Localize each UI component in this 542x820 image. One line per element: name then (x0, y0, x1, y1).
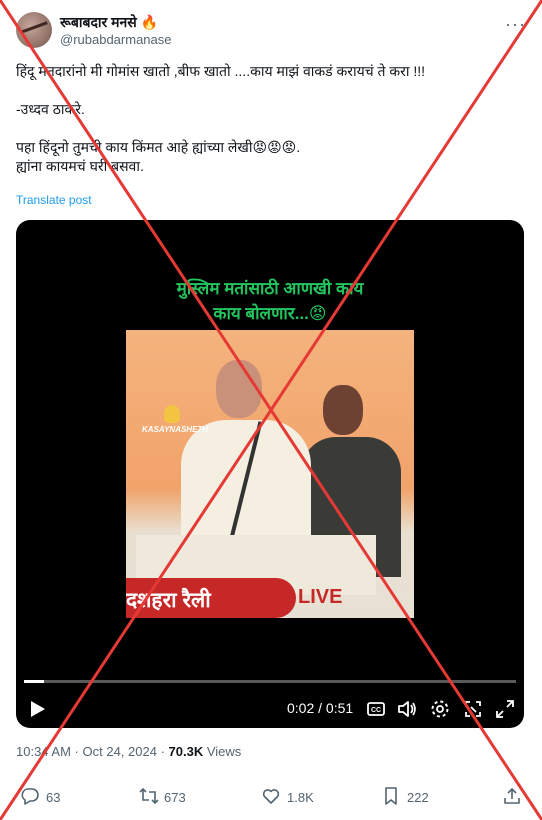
reply-icon (21, 788, 39, 805)
meta-separator-2: · (156, 744, 169, 759)
user-handle[interactable]: @rubabdarmanase (60, 32, 171, 47)
heart-icon (262, 789, 280, 804)
bookmark-icon (385, 787, 397, 805)
video-player[interactable]: मुस्लिम मतांसाठी आणखी काय काय बोलणार...😡… (16, 220, 524, 728)
svg-text:CC: CC (371, 707, 381, 714)
video-caption-line-2: काय बोलणार...😡 (213, 304, 327, 323)
tweet-line-2: -उध्दव ठाकरे. (16, 101, 85, 117)
tweet-line-4: ह्यांना कायमचं घरी बसवा. (16, 158, 144, 174)
captions-icon[interactable]: CC (365, 698, 387, 720)
tweet-date[interactable]: Oct 24, 2024 (83, 744, 157, 759)
pip-icon[interactable] (462, 698, 484, 720)
more-dots-icon[interactable]: ··· (505, 14, 526, 35)
views-label: Views (203, 744, 242, 759)
action-bar: 63 673 1.8K 222 (0, 780, 542, 814)
bookmark-count: 222 (407, 790, 429, 805)
watermark: KASAYNASHETH (142, 405, 209, 434)
event-banner: दशहरा रैली (126, 578, 296, 618)
repost-icon (139, 787, 159, 805)
fullscreen-icon[interactable] (494, 698, 516, 720)
video-caption-line-1: मुस्लिम मतांसाठी आणखी काय (176, 279, 364, 298)
translate-post-link[interactable]: Translate post (16, 193, 92, 207)
tweet-meta: 10:34 AM · Oct 24, 2024 · 70.3K Views (16, 744, 241, 759)
tweet-header: रूबाबदार मनसे 🔥 @rubabdarmanase ··· (16, 12, 526, 52)
tweet-text: हिंदू मतदारांनो मी गोमांस खातो ,बीफ खातो… (16, 62, 526, 176)
video-time: 0:02 / 0:51 (287, 700, 354, 716)
banner-live: LIVE (298, 586, 343, 608)
volume-icon[interactable] (396, 698, 418, 720)
repost-count: 673 (164, 790, 186, 805)
avatar[interactable] (16, 12, 52, 48)
meta-separator: · (70, 744, 83, 759)
like-count: 1.8K (287, 790, 314, 805)
reply-count: 63 (46, 790, 61, 805)
display-name[interactable]: रूबाबदार मनसे 🔥 (60, 13, 158, 32)
banner-text: दशहरा रैली (126, 589, 211, 612)
share-icon (504, 787, 520, 804)
settings-gear-icon[interactable] (429, 698, 451, 720)
tweet-time[interactable]: 10:34 AM (16, 744, 71, 759)
watermark-text: KASAYNASHETH (142, 425, 209, 434)
video-frame: KASAYNASHETH दशहरा रैली LIVE (126, 330, 414, 618)
tweet-line-3: पहा हिंदूनो तुमची काय किंमत आहे ह्यांच्य… (16, 139, 301, 155)
play-icon[interactable] (26, 698, 48, 720)
views-count: 70.3K (168, 744, 204, 759)
tweet-line-1: हिंदू मतदारांनो मी गोमांस खातो ,बीफ खातो… (16, 63, 426, 79)
progress-fill (24, 680, 44, 683)
watermark-logo-icon (164, 405, 180, 423)
progress-bar[interactable] (24, 680, 516, 683)
